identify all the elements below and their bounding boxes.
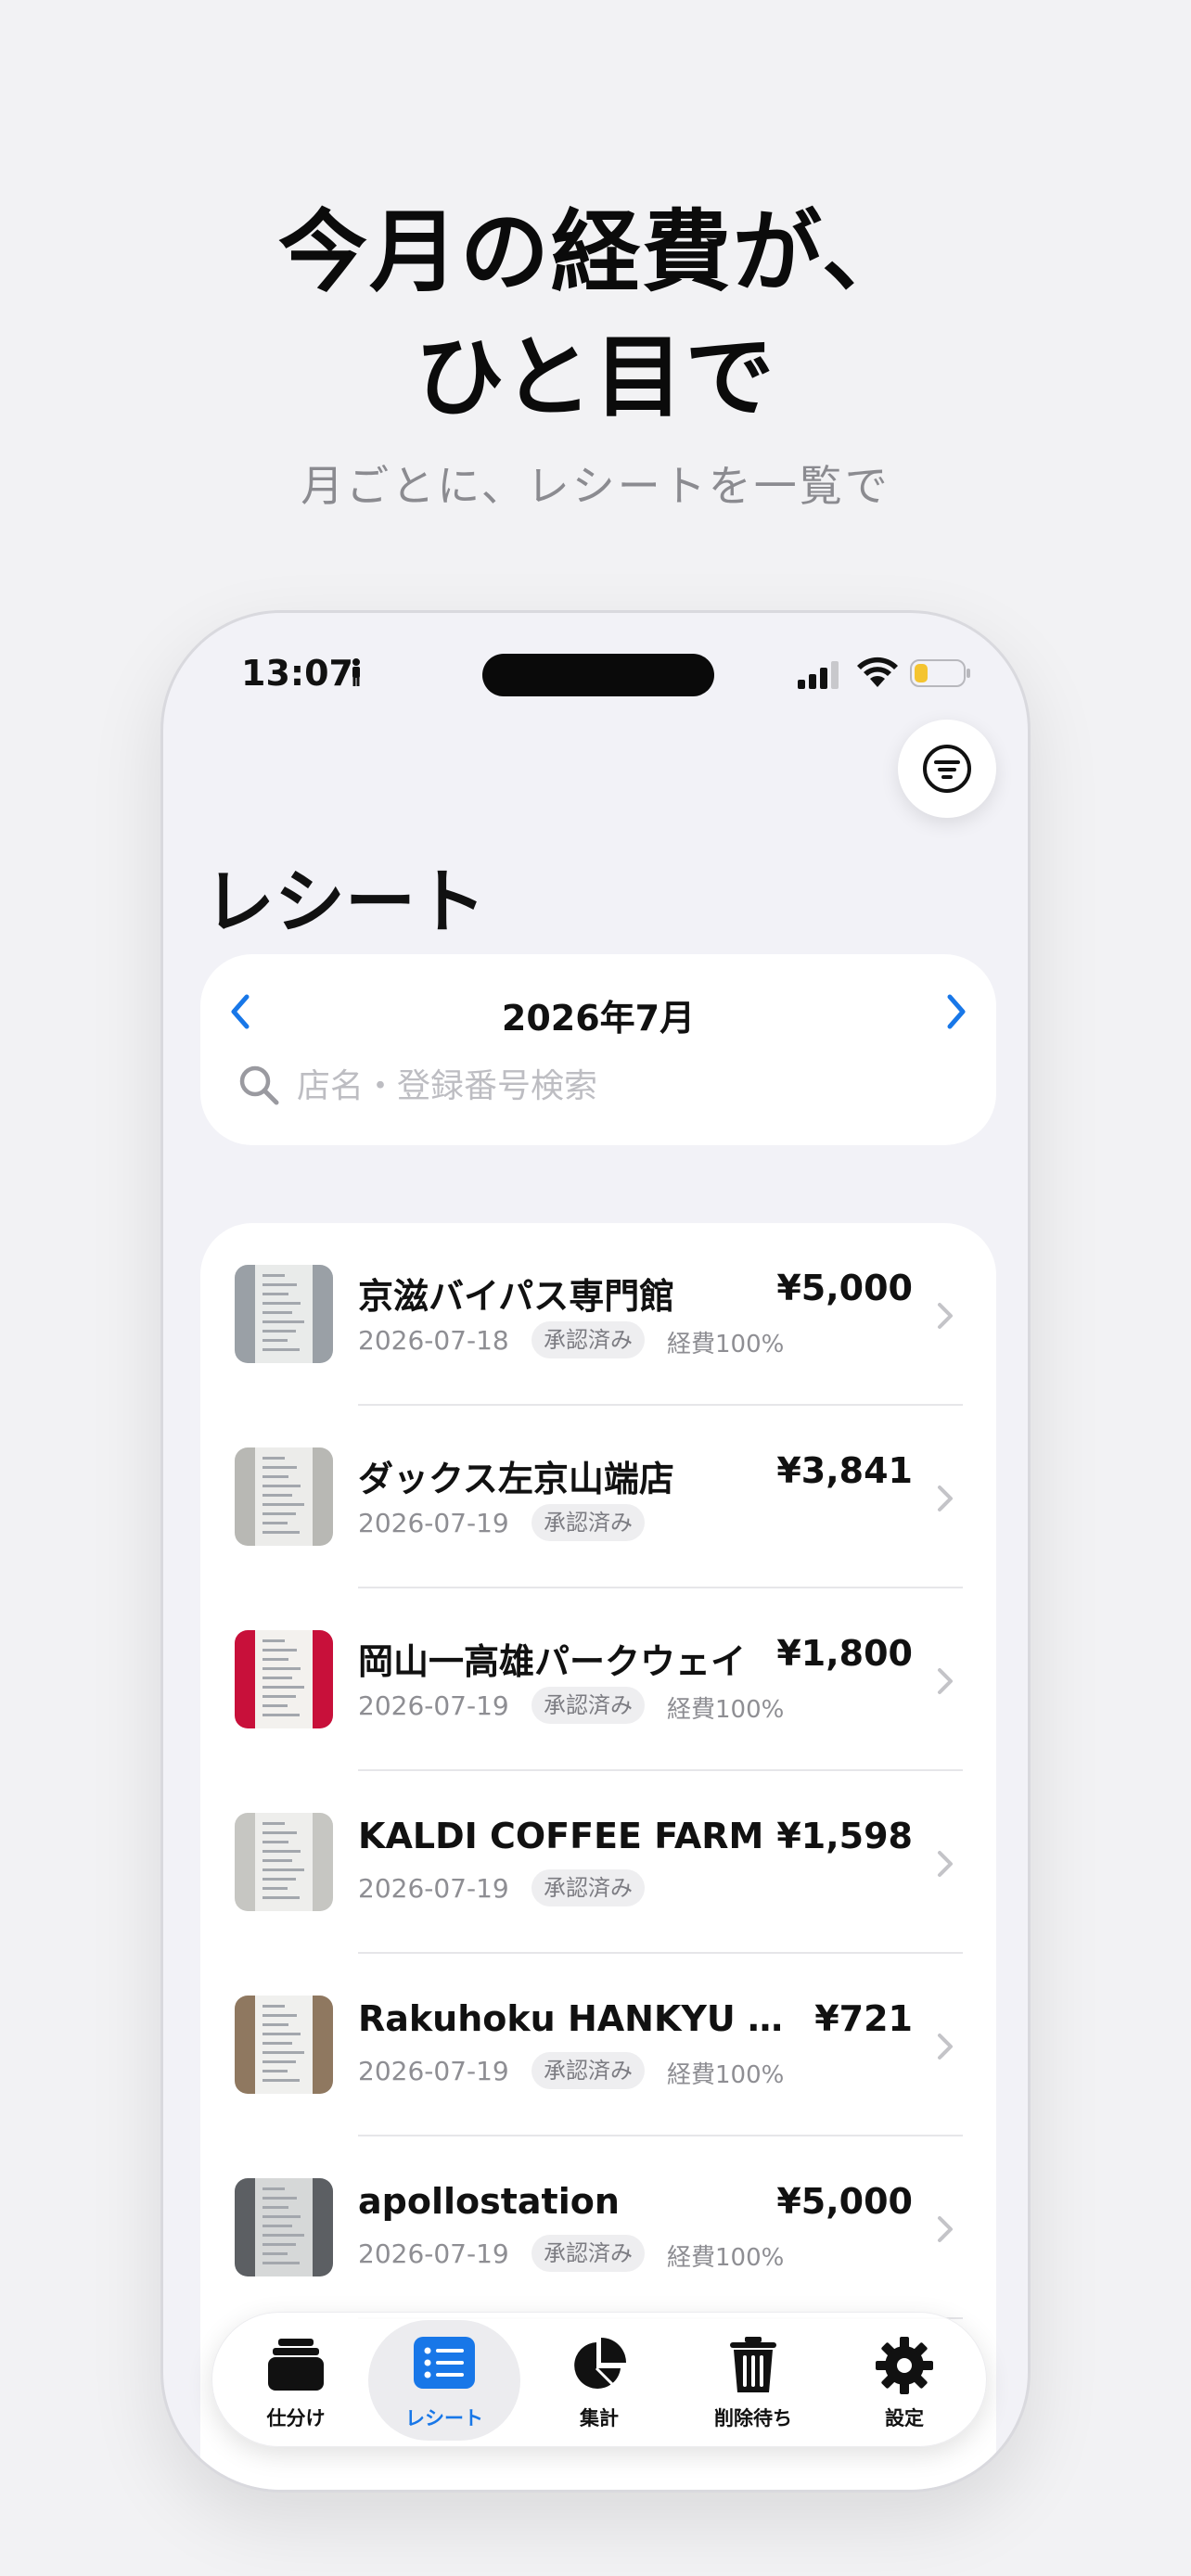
- tab-summary[interactable]: 集計: [523, 2320, 675, 2441]
- expense-ratio: 経費100%: [667, 1696, 785, 1724]
- receipt-store-name: 岡山一高雄パークウェイ: [358, 1641, 747, 1682]
- status-badge: 承認済み: [531, 1321, 645, 1358]
- hero-headline-line1: 今月の経費が、: [277, 200, 914, 304]
- list-item[interactable]: 岡山一高雄パークウェイ ¥1,800 2026-07-19 承認済み 経費100%: [200, 1588, 996, 1771]
- receipt-date: 2026-07-18: [358, 1325, 509, 1356]
- status-badge: 承認済み: [531, 2235, 645, 2272]
- receipt-thumbnail: [235, 1447, 333, 1546]
- battery-icon: [910, 659, 970, 687]
- hero-subheadline: 月ごとに、レシートを一覧で: [301, 461, 890, 511]
- list-item[interactable]: KALDI COFFEE FARM ¥1,598 2026-07-19 承認済み: [200, 1771, 996, 1954]
- chevron-right-icon: [938, 1303, 953, 1329]
- search-input[interactable]: [297, 1058, 946, 1114]
- tab-label: レシート: [405, 2407, 483, 2429]
- chevron-right-icon: [938, 1486, 953, 1511]
- tab-bar: 仕分け レシート 集計 削除待ち 設定: [211, 2312, 987, 2447]
- receipt-date: 2026-07-19: [358, 1508, 509, 1538]
- page-title: レシート: [204, 861, 486, 943]
- chevron-right-icon: [938, 1851, 953, 1877]
- list-item[interactable]: ダックス左京山端店 ¥3,841 2026-07-19 承認済み: [200, 1406, 996, 1588]
- person-icon: [352, 658, 360, 686]
- trash-icon: [730, 2337, 776, 2392]
- receipt-thumbnail: [235, 1813, 333, 1911]
- status-badge: 承認済み: [531, 1869, 645, 1906]
- chevron-right-icon: [938, 1668, 953, 1694]
- status-badge: 承認済み: [531, 2052, 645, 2089]
- wifi-icon: [857, 657, 898, 687]
- month-selector-card: 2026年7月: [200, 954, 996, 1145]
- receipt-store-name: ダックス左京山端店: [358, 1459, 674, 1499]
- receipt-store-name: apollostation: [358, 2181, 620, 2222]
- gear-icon: [876, 2337, 933, 2394]
- receipt-list: 京滋バイパス専門館 ¥5,000 2026-07-18 承認済み 経費100% ダックス左…: [200, 1223, 996, 2490]
- list-icon: [414, 2337, 475, 2389]
- tab-pending-delete[interactable]: 削除待ち: [677, 2320, 829, 2441]
- status-time: 13:07: [241, 653, 353, 694]
- hero-headline: 今月の経費が、 ひと目で: [0, 190, 1191, 440]
- receipt-date: 2026-07-19: [358, 2238, 509, 2269]
- tab-label: 仕分け: [266, 2407, 326, 2429]
- next-month-button[interactable]: [942, 991, 970, 1032]
- filter-button[interactable]: [898, 720, 996, 818]
- search-icon: [239, 1065, 279, 1105]
- list-item[interactable]: Rakuhoku HANKYU SQ... ¥721 2026-07-19 承認済み経…: [200, 1954, 996, 2136]
- tab-sorting[interactable]: 仕分け: [220, 2320, 372, 2441]
- chevron-right-icon: [938, 2034, 953, 2060]
- receipt-amount: ¥5,000: [776, 1268, 913, 1308]
- chevron-right-icon: [938, 2216, 953, 2242]
- receipt-amount: ¥3,841: [776, 1450, 913, 1491]
- month-label: 2026年7月: [501, 998, 696, 1039]
- receipt-amount: ¥721: [814, 1998, 913, 2039]
- receipt-thumbnail: [235, 1996, 333, 2094]
- phone-frame: 13:07 レシート 2026年7月 店名・登録番号検索 京滋バイパス専門館 ¥…: [160, 610, 1031, 2493]
- filter-icon: [923, 745, 971, 793]
- hero-headline-line2: ひと目で: [415, 325, 776, 429]
- expense-ratio: 経費100%: [667, 1331, 785, 1358]
- tab-settings[interactable]: 設定: [828, 2320, 980, 2441]
- receipt-thumbnail: [235, 2178, 333, 2276]
- tab-label: 集計: [580, 2407, 619, 2429]
- pie-chart-icon: [574, 2338, 626, 2389]
- tray-stack-icon: [268, 2339, 324, 2391]
- expense-ratio: 経費100%: [667, 2244, 785, 2272]
- list-item[interactable]: apollostation ¥5,000 2026-07-19 承認済み 経費100%: [200, 2136, 996, 2319]
- receipt-thumbnail: [235, 1265, 333, 1363]
- receipt-amount: ¥5,000: [776, 2181, 913, 2222]
- status-badge: 承認済み: [531, 1504, 645, 1541]
- receipt-date: 2026-07-19: [358, 1690, 509, 1721]
- cellular-signal-icon: [798, 661, 839, 689]
- receipt-date: 2026-07-19: [358, 2056, 509, 2086]
- list-item[interactable]: 京滋バイパス専門館 ¥5,000 2026-07-18 承認済み 経費100%: [200, 1223, 996, 1406]
- receipt-amount: ¥1,598: [776, 1816, 913, 1856]
- receipt-store-name: KALDI COFFEE FARM: [358, 1816, 764, 1856]
- tab-label: 削除待ち: [714, 2407, 792, 2429]
- dynamic-island: [482, 654, 714, 696]
- expense-ratio: 経費100%: [667, 2061, 785, 2089]
- receipt-date: 2026-07-19: [358, 1873, 509, 1904]
- tab-label: 設定: [885, 2407, 924, 2429]
- receipt-store-name: Rakuhoku HANKYU SQ...: [358, 1998, 803, 2039]
- receipt-thumbnail: [235, 1630, 333, 1728]
- receipt-amount: ¥1,800: [776, 1633, 913, 1674]
- receipt-store-name: 京滋バイパス専門館: [358, 1276, 675, 1317]
- tab-receipts[interactable]: レシート: [368, 2320, 520, 2441]
- status-badge: 承認済み: [531, 1687, 645, 1724]
